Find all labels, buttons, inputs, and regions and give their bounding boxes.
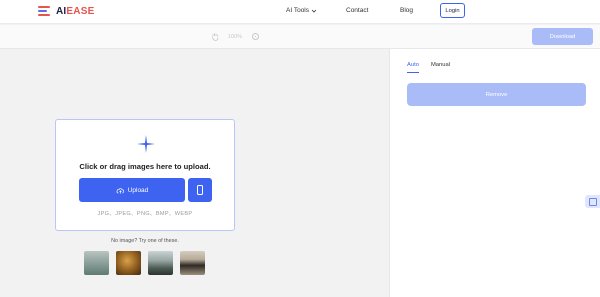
sample-images-hint: No image? Try one of these. xyxy=(111,238,179,244)
sample-image-2[interactable] xyxy=(116,251,141,275)
tab-auto[interactable]: Auto xyxy=(407,62,419,73)
editor-toolbar: 100% xyxy=(0,25,600,49)
upload-button[interactable]: Upload xyxy=(79,178,185,202)
settings-panel: Auto Manual Remove xyxy=(389,49,600,297)
logo-suffix: EASE xyxy=(66,5,95,17)
phone-icon xyxy=(197,185,203,195)
hand-icon[interactable] xyxy=(211,32,219,41)
feedback-icon[interactable] xyxy=(585,195,600,208)
supported-formats: JPG、JPEG、PNG、BMP、WEBP xyxy=(97,211,193,217)
nav-ai-tools[interactable]: AI Tools xyxy=(286,7,317,14)
nav-ai-tools-label: AI Tools xyxy=(286,7,310,14)
nav-contact[interactable]: Contact xyxy=(346,7,368,14)
sample-image-4[interactable] xyxy=(180,251,205,275)
mobile-upload-button[interactable] xyxy=(188,178,212,202)
upload-dropzone[interactable]: Click or drag images here to upload. Upl… xyxy=(55,119,235,231)
chevron-down-icon xyxy=(311,9,317,13)
top-nav-bar: AIEASE AI Tools Contact Blog Login xyxy=(0,0,600,24)
sample-image-1[interactable] xyxy=(84,251,109,275)
logo-text: AIEASE xyxy=(56,6,94,17)
login-button[interactable]: Login xyxy=(440,3,465,18)
logo-icon xyxy=(38,5,52,17)
upload-button-label: Upload xyxy=(127,186,149,194)
upload-instructions: Click or drag images here to upload. xyxy=(79,162,211,171)
fit-view-icon[interactable] xyxy=(252,33,259,40)
sample-image-3[interactable] xyxy=(148,251,173,275)
remove-button[interactable]: Remove xyxy=(407,83,586,106)
nav-blog[interactable]: Blog xyxy=(400,7,413,14)
zoom-level: 100% xyxy=(228,34,243,40)
sample-images xyxy=(84,251,205,275)
aiease-logo[interactable]: AIEASE xyxy=(38,5,94,17)
tab-manual[interactable]: Manual xyxy=(431,62,450,73)
logo-prefix: AI xyxy=(56,5,67,17)
sparkle-plus-icon xyxy=(137,135,155,153)
mode-tabs: Auto Manual xyxy=(407,62,450,73)
cloud-upload-icon xyxy=(116,187,124,193)
download-button[interactable]: Download xyxy=(532,28,593,45)
